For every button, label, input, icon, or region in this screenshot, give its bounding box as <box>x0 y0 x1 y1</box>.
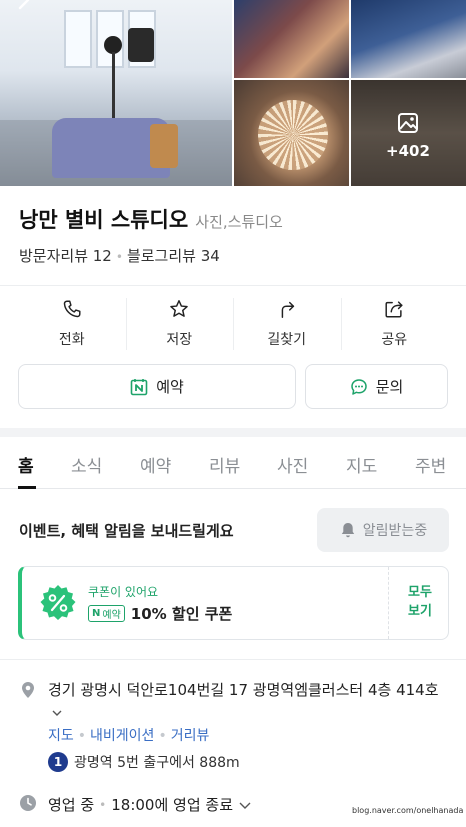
subway-info: 1 광명역 5번 출구에서 888m <box>48 752 240 772</box>
inquire-label: 문의 <box>375 378 404 396</box>
inquire-button[interactable]: 문의 <box>305 364 448 409</box>
clock-icon <box>20 795 36 811</box>
tab-home[interactable]: 홈 <box>18 452 34 477</box>
coupon-line: N 예약 10% 할인 쿠폰 <box>88 603 232 624</box>
map-link[interactable]: 지도 <box>48 728 74 744</box>
chevron-down-icon <box>52 710 62 716</box>
star-icon <box>170 300 189 317</box>
address[interactable]: 경기 광명시 덕안로104번길 17 광명역엠클러스터 4층 414호 <box>48 679 448 723</box>
tab-map[interactable]: 지도 <box>346 452 377 477</box>
gallery-photo[interactable] <box>234 80 349 186</box>
section-divider <box>0 428 466 437</box>
active-tab-indicator <box>18 486 36 489</box>
separator-dot: • <box>99 797 107 812</box>
naver-n-icon: N <box>92 608 101 619</box>
separator-dot: • <box>115 250 123 264</box>
place-category: 사진,스튜디오 <box>195 213 283 231</box>
directions-label: 길찾기 <box>267 332 307 348</box>
chevron-down-icon <box>239 802 251 809</box>
tab-nearby[interactable]: 주변 <box>415 452 446 477</box>
share-icon <box>385 301 403 318</box>
more-photos-count: +402 <box>386 142 430 160</box>
title-row: 낭만 별비 스튜디오 사진,스튜디오 <box>19 204 283 234</box>
separator-dot: • <box>77 728 87 744</box>
hours-status: 영업 중 <box>48 796 95 814</box>
bell-icon <box>339 521 357 539</box>
tab-booking[interactable]: 예약 <box>140 452 171 477</box>
book-button[interactable]: 예약 <box>18 364 296 409</box>
divider <box>0 659 466 660</box>
back-arrow-icon[interactable] <box>16 0 36 16</box>
view-all-label-2: 보기 <box>408 604 432 619</box>
tab-news[interactable]: 소식 <box>71 452 102 477</box>
share-label: 공유 <box>381 332 408 348</box>
share-button[interactable]: 공유 <box>340 286 449 354</box>
location-pin-icon <box>22 682 34 698</box>
watermark: blog.naver.com/onelhanada <box>352 806 464 815</box>
alert-message: 이벤트, 혜택 알림을 보내드릴게요 <box>19 522 234 540</box>
subway-line-badge: 1 <box>48 752 68 772</box>
hours-detail: 18:00에 영업 종료 <box>111 796 234 814</box>
naver-booking-badge-label: 예약 <box>102 610 121 621</box>
save-button[interactable]: 저장 <box>125 286 234 354</box>
window-detail <box>64 10 92 68</box>
place-name: 낭만 별비 스튜디오 <box>19 208 189 232</box>
blog-reviews-link[interactable]: 블로그리뷰 34 <box>127 247 220 265</box>
coupon-title: 10% 할인 쿠폰 <box>130 605 233 623</box>
gallery-photo[interactable] <box>351 0 466 78</box>
more-photos[interactable]: +402 <box>386 112 430 160</box>
gallery-photo[interactable] <box>234 0 349 78</box>
business-hours[interactable]: 영업 중 • 18:00에 영업 종료 <box>48 794 251 815</box>
address-text: 경기 광명시 덕안로104번길 17 광명역엠클러스터 4층 414호 <box>48 681 439 699</box>
address-links: 지도 • 내비게이션 • 거리뷰 <box>48 725 209 745</box>
naver-booking-icon <box>130 378 148 396</box>
directions-icon <box>281 301 294 318</box>
navigation-link[interactable]: 내비게이션 <box>90 728 154 744</box>
save-label: 저장 <box>166 332 193 348</box>
street-view-link[interactable]: 거리뷰 <box>171 728 210 744</box>
main-photo[interactable] <box>0 0 232 186</box>
book-label: 예약 <box>156 378 184 396</box>
percent-badge-icon <box>40 585 76 620</box>
review-summary: 방문자리뷰 12 • 블로그리뷰 34 <box>19 245 220 266</box>
separator-dot: • <box>158 728 167 744</box>
call-label: 전화 <box>58 332 85 348</box>
visitor-reviews-link[interactable]: 방문자리뷰 12 <box>19 247 112 265</box>
chat-icon <box>350 378 368 396</box>
light-stand <box>112 52 115 122</box>
coupon-view-all-button[interactable]: 모두 보기 <box>394 583 446 621</box>
notification-toggle-label: 알림받는중 <box>362 523 428 539</box>
softbox <box>128 28 154 62</box>
armchair-arm <box>150 124 178 168</box>
decor-burst <box>258 100 328 170</box>
tab-photos[interactable]: 사진 <box>277 452 308 477</box>
coupon-divider <box>388 567 389 639</box>
subway-distance: 광명역 5번 출구에서 888m <box>74 755 240 771</box>
directions-button[interactable]: 길찾기 <box>233 286 341 354</box>
call-button[interactable]: 전화 <box>18 286 126 354</box>
phone-icon <box>63 300 81 318</box>
coupon-available-text: 쿠폰이 있어요 <box>88 585 159 599</box>
notification-toggle-button[interactable]: 알림받는중 <box>317 508 449 552</box>
tab-bar: 홈 소식 예약 리뷰 사진 지도 주변 <box>0 437 466 489</box>
view-all-label-1: 모두 <box>408 585 432 600</box>
tab-reviews[interactable]: 리뷰 <box>209 452 240 477</box>
naver-booking-badge: N 예약 <box>88 605 125 622</box>
photo-gallery: +402 <box>0 0 466 186</box>
coupon-card[interactable]: 쿠폰이 있어요 N 예약 10% 할인 쿠폰 모두 보기 <box>18 566 449 640</box>
image-icon <box>398 113 418 133</box>
action-bar: 전화 저장 길찾기 공유 <box>18 286 448 354</box>
